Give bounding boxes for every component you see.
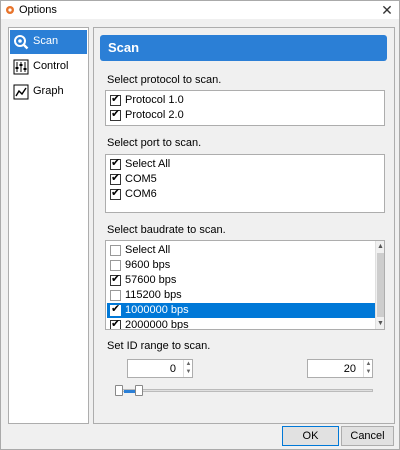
baudrate-list: Select All 9600 bps ✔ 57600 bps 115200 b…	[105, 240, 385, 330]
checkbox[interactable]	[110, 290, 121, 301]
baudrate-item[interactable]: 9600 bps	[108, 258, 374, 273]
protocol-item-label: Protocol 2.0	[125, 109, 184, 121]
port-item[interactable]: ✔ COM6	[108, 187, 384, 202]
baudrate-item-selected[interactable]: ✔ 1000000 bps	[107, 303, 375, 318]
baudrate-item-label: 9600 bps	[125, 259, 171, 271]
baudrate-item-label: 1000000 bps	[125, 304, 189, 316]
port-item-label: Select All	[125, 158, 171, 170]
sidebar-item-label: Scan	[33, 35, 59, 47]
scroll-down-icon[interactable]: ▼	[376, 319, 384, 328]
protocol-label: Select protocol to scan.	[107, 74, 222, 86]
id-range-label: Set ID range to scan.	[107, 340, 211, 352]
scroll-up-icon[interactable]: ▲	[376, 242, 384, 251]
check-icon: ✔	[111, 187, 121, 199]
check-icon: ✔	[111, 273, 121, 285]
port-item-label: COM6	[125, 188, 157, 200]
decrement-icon[interactable]: ▼	[184, 368, 193, 376]
checkbox[interactable]: ✔	[110, 303, 121, 316]
id-max-stepper: ▲ ▼	[363, 360, 372, 377]
baudrate-item-label: 2000000 bps	[125, 319, 189, 330]
checkbox[interactable]	[110, 260, 121, 271]
port-label: Select port to scan.	[107, 137, 202, 149]
protocol-item[interactable]: ✔ Protocol 1.0	[108, 93, 384, 108]
port-list: ✔ Select All ✔ COM5 ✔ COM6	[105, 154, 385, 213]
protocol-list: ✔ Protocol 1.0 ✔ Protocol 2.0	[105, 90, 385, 126]
baudrate-item[interactable]: Select All	[108, 243, 374, 258]
id-min-handle[interactable]	[115, 385, 123, 396]
decrement-icon[interactable]: ▼	[364, 368, 373, 376]
baudrate-item-label: 115200 bps	[125, 289, 182, 301]
sidebar-item-scan[interactable]: Scan	[10, 30, 87, 54]
port-item-label: COM5	[125, 173, 157, 185]
checkbox[interactable]: ✔	[110, 93, 121, 106]
scan-icon	[14, 35, 29, 50]
baudrate-item-label: 57600 bps	[125, 274, 177, 286]
id-min-value: 0	[169, 363, 176, 375]
baudrate-label: Select baudrate to scan.	[107, 224, 226, 236]
increment-icon[interactable]: ▲	[364, 360, 373, 368]
checkbox[interactable]: ✔	[110, 187, 121, 200]
baudrate-item[interactable]: ✔ 57600 bps	[108, 273, 374, 288]
options-window: Options ✕ Scan Control Graph Scan Select…	[0, 0, 400, 450]
id-min-spinbox[interactable]: 0 ▲ ▼	[127, 359, 193, 378]
sidebar-item-control[interactable]: Control	[10, 55, 87, 79]
app-icon	[6, 6, 14, 14]
window-title: Options	[19, 4, 57, 16]
id-max-value: 20	[343, 363, 356, 375]
checkbox[interactable]: ✔	[110, 172, 121, 185]
checkbox[interactable]: ✔	[110, 273, 121, 286]
sidebar: Scan Control Graph	[8, 27, 89, 424]
id-range-slider[interactable]	[117, 389, 373, 392]
baudrate-scrollbar[interactable]: ▲ ▼	[375, 241, 384, 329]
id-min-stepper: ▲ ▼	[183, 360, 192, 377]
check-icon: ✔	[111, 303, 121, 315]
check-icon: ✔	[111, 172, 121, 184]
sidebar-item-label: Graph	[33, 85, 64, 97]
id-max-handle[interactable]	[135, 385, 143, 396]
close-button[interactable]: ✕	[379, 2, 395, 18]
cancel-button[interactable]: Cancel	[341, 426, 394, 446]
check-icon: ✔	[111, 318, 121, 330]
scan-panel: Scan Select protocol to scan. ✔ Protocol…	[93, 27, 395, 424]
title-bar: Options ✕	[1, 1, 399, 19]
checkbox[interactable]: ✔	[110, 318, 121, 330]
ok-button[interactable]: OK	[282, 426, 339, 446]
scrollbar-thumb[interactable]	[377, 253, 384, 317]
protocol-item[interactable]: ✔ Protocol 2.0	[108, 108, 384, 123]
checkbox[interactable]: ✔	[110, 157, 121, 170]
sidebar-item-graph[interactable]: Graph	[10, 80, 87, 104]
id-max-spinbox[interactable]: 20 ▲ ▼	[307, 359, 373, 378]
check-icon: ✔	[111, 93, 121, 105]
baudrate-item-label: Select All	[125, 244, 171, 256]
protocol-item-label: Protocol 1.0	[125, 94, 184, 106]
graph-icon	[13, 84, 29, 100]
panel-header: Scan	[100, 35, 387, 61]
control-icon	[13, 59, 29, 75]
sidebar-item-label: Control	[33, 60, 69, 72]
increment-icon[interactable]: ▲	[184, 360, 193, 368]
panel-title: Scan	[108, 40, 140, 55]
checkbox[interactable]: ✔	[110, 108, 121, 121]
checkbox[interactable]	[110, 245, 121, 256]
check-icon: ✔	[111, 157, 121, 169]
port-item[interactable]: ✔ Select All	[108, 157, 384, 172]
check-icon: ✔	[111, 108, 121, 120]
baudrate-item[interactable]: 115200 bps	[108, 288, 374, 303]
baudrate-item[interactable]: ✔ 2000000 bps	[108, 318, 374, 330]
port-item[interactable]: ✔ COM5	[108, 172, 384, 187]
